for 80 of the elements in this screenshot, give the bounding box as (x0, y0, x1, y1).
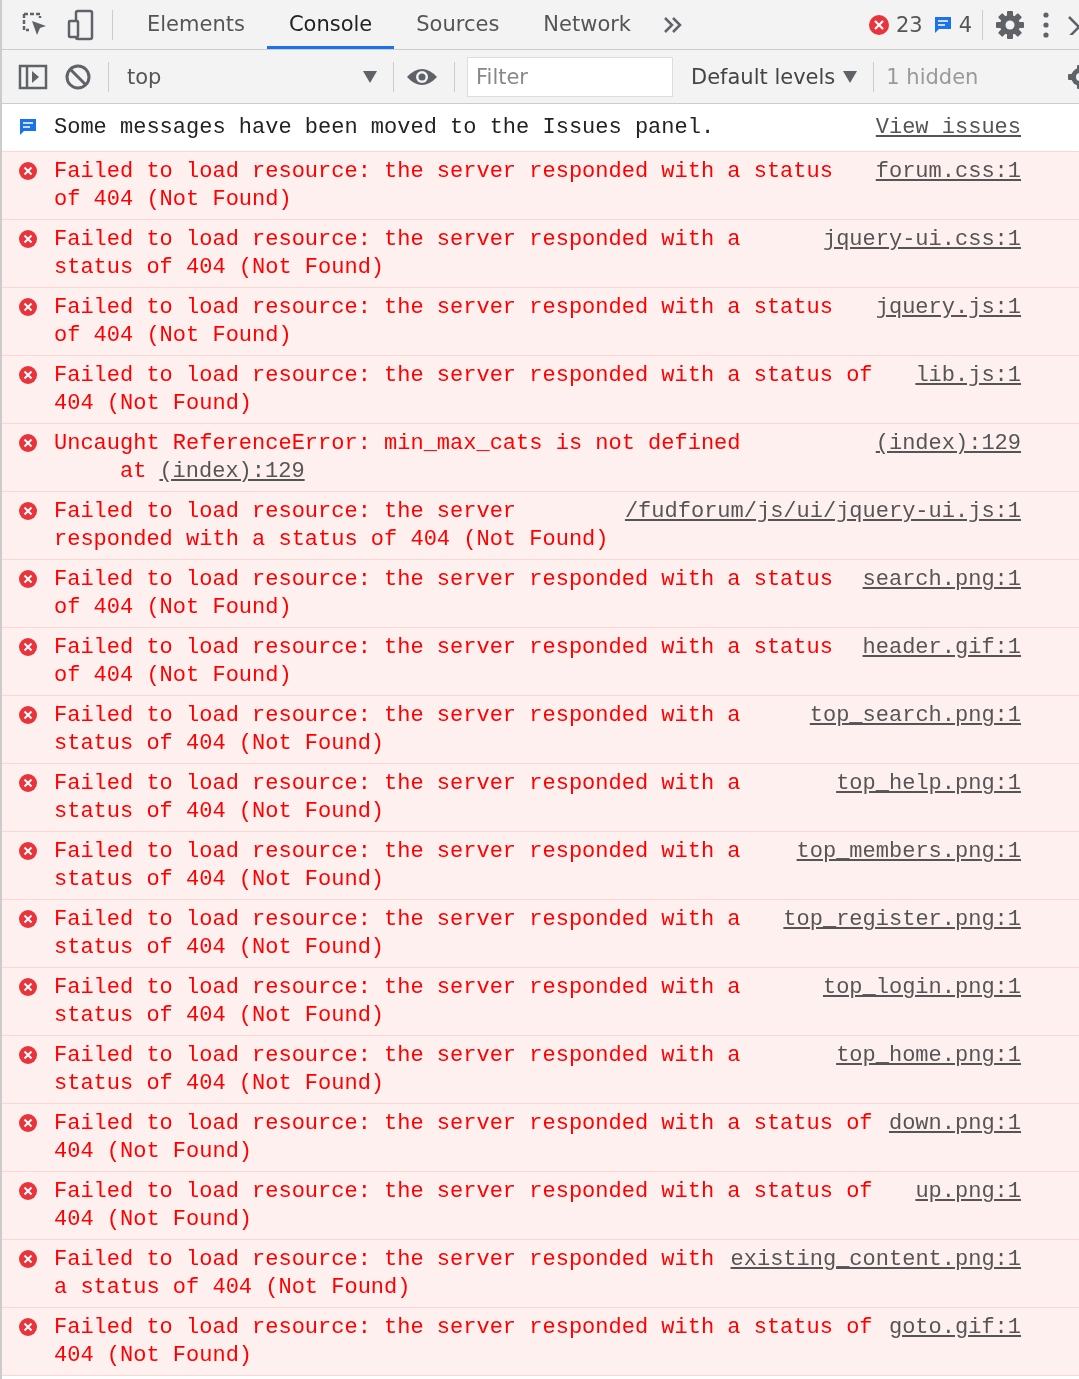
error-icon (18, 705, 38, 725)
error-message: Failed to load resource: the server responded with a status of 404 (Not Found) (54, 1110, 873, 1166)
source-link[interactable]: header.gif:1 (862, 634, 1021, 662)
source-link[interactable]: top_search.png:1 (809, 702, 1021, 730)
error-icon (18, 501, 38, 521)
error-icon (18, 365, 38, 385)
source-link[interactable]: lib.js:1 (915, 362, 1021, 390)
error-message: Failed to load resource: the server responded with a status of 404 (Not Found) (54, 634, 834, 690)
error-icon (18, 161, 38, 181)
source-link[interactable]: jquery.js:1 (875, 294, 1021, 322)
panel-tab[interactable]: Sources (394, 0, 522, 49)
source-link[interactable]: goto.gif:1 (888, 1314, 1021, 1342)
caret-icon (843, 70, 858, 83)
error-message: Failed to load resource: the server responded with a status of 404 (Not Found) (54, 226, 742, 282)
error-icon (18, 569, 38, 589)
error-icon (18, 1113, 38, 1133)
source-link[interactable]: existing_content.png:1 (730, 1246, 1021, 1274)
error-message: Failed to load resource: the server responded with a status of 404 (Not Found) (54, 294, 834, 350)
error-icon (18, 773, 38, 793)
error-icon (18, 977, 38, 997)
source-link[interactable]: top_register.png:1 (783, 906, 1021, 934)
error-message: Failed to load resource: the server responded with a status of 404 (Not Found) (54, 1246, 715, 1302)
source-link[interactable]: top_home.png:1 (836, 1042, 1021, 1070)
error-icon (18, 1181, 38, 1201)
message-count: 4 (958, 12, 972, 37)
error-message: Failed to load resource: the server responded with a status of 404 (Not Found) (54, 1314, 873, 1370)
error-icon (18, 841, 38, 861)
error-message: Failed to load resource: the server responded with a status of 404 (Not Found) (54, 158, 834, 214)
source-link[interactable]: /fudforum/js/ui/jquery-ui.js:1 (624, 498, 1021, 526)
error-icon (18, 909, 38, 929)
more-options-icon[interactable] (1041, 10, 1051, 39)
stack-link[interactable]: (index):129 (159, 458, 305, 486)
settings-icon[interactable] (1067, 63, 1079, 90)
source-link[interactable]: search.png:1 (862, 566, 1021, 594)
source-link[interactable]: top_members.png:1 (796, 838, 1021, 866)
source-link[interactable]: top_help.png:1 (836, 770, 1021, 798)
settings-icon[interactable] (995, 9, 1025, 40)
error-message: Failed to load resource: the server responded with a status of 404 (Not Found) (54, 770, 742, 826)
device-toolbar-icon[interactable] (66, 8, 96, 41)
sidebar-icon[interactable] (18, 63, 48, 90)
source-link[interactable]: down.png:1 (888, 1110, 1021, 1138)
error-icon (18, 297, 38, 317)
error-icon (18, 1045, 38, 1065)
stack-prefix: at (120, 458, 147, 486)
error-message: Failed to load resource: the server responded with a status of 404 (Not Found) (54, 498, 609, 554)
error-count: 23 (895, 12, 923, 37)
hidden-count: 1 hidden (886, 64, 979, 89)
error-icon (18, 433, 38, 453)
error-message: Failed to load resource: the server responded with a status of 404 (Not Found) (54, 1042, 742, 1098)
error-icon (18, 229, 38, 249)
error-message: Failed to load resource: the server responded with a status of 404 (Not Found) (54, 906, 742, 962)
log-levels-dropdown[interactable]: Default levels (691, 64, 836, 89)
view-issues-link[interactable]: View issues (875, 114, 1021, 142)
context-select[interactable]: top (121, 64, 363, 89)
message-icon (932, 14, 953, 35)
error-message: Failed to load resource: the server responded with a status of 404 (Not Found) (54, 974, 742, 1030)
error-message: Uncaught ReferenceError: min_max_cats is not defined (54, 430, 742, 458)
error-icon (18, 1249, 38, 1269)
error-icon (18, 1317, 38, 1337)
console-message: Some messages have been moved to the Issues panel. (54, 114, 716, 142)
source-link[interactable]: jquery-ui.css:1 (822, 226, 1021, 254)
filter-field[interactable]: Filter (467, 56, 673, 97)
source-link[interactable]: top_login.png:1 (822, 974, 1021, 1002)
panel-tab[interactable]: Network (521, 0, 654, 49)
error-message: Failed to load resource: the server responded with a status of 404 (Not Found) (54, 362, 874, 418)
message-icon (18, 117, 38, 137)
clear-console-icon[interactable] (64, 62, 92, 91)
error-message: Failed to load resource: the server responded with a status of 404 (Not Found) (54, 838, 742, 894)
panel-tab[interactable]: Elements (125, 0, 267, 49)
source-link[interactable]: up.png:1 (915, 1178, 1021, 1206)
error-icon (18, 637, 38, 657)
source-link[interactable]: (index):129 (875, 430, 1021, 458)
source-link[interactable]: forum.css:1 (875, 158, 1021, 186)
eye-icon[interactable] (406, 66, 438, 87)
error-message: Failed to load resource: the server responded with a status of 404 (Not Found) (54, 566, 834, 622)
caret-icon (363, 70, 377, 83)
error-icon (867, 13, 890, 36)
more-tabs-icon[interactable] (663, 15, 684, 34)
error-message: Failed to load resource: the server responded with a status of 404 (Not Found) (54, 702, 742, 758)
error-message: Failed to load resource: the server responded with a status of 404 (Not Found) (54, 1178, 874, 1234)
